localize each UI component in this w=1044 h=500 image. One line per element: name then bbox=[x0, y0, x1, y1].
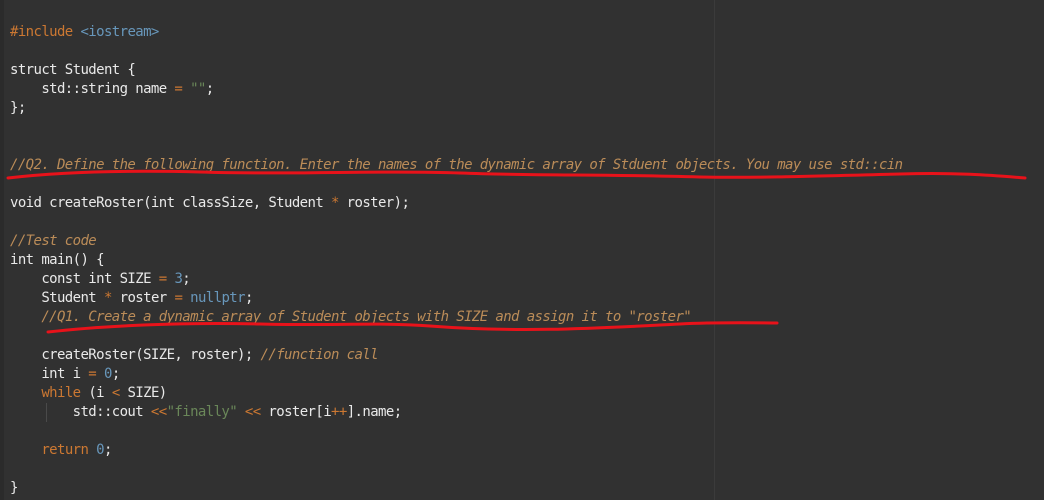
code-token: createRoster(SIZE, roster); bbox=[10, 347, 261, 363]
code-token: = bbox=[88, 366, 97, 382]
code-token: < bbox=[111, 385, 120, 401]
code-token: = bbox=[158, 271, 167, 287]
code-token: << bbox=[244, 404, 261, 420]
code-line-cout[interactable]: std::cout <<"finally" << roster[i++].nam… bbox=[10, 403, 403, 422]
code-token: } bbox=[10, 480, 18, 496]
editor-gutter bbox=[0, 0, 4, 500]
right-margin-guide bbox=[714, 0, 715, 500]
code-token: //function call bbox=[260, 347, 379, 363]
code-token: }; bbox=[10, 100, 26, 116]
code-token: * bbox=[103, 290, 112, 306]
code-token: struct Student { bbox=[10, 62, 136, 78]
code-token: ; bbox=[244, 290, 253, 306]
code-token: SIZE) bbox=[119, 385, 167, 401]
code-line-while[interactable]: while (i < SIZE) bbox=[10, 384, 167, 403]
code-token: int i bbox=[10, 366, 89, 382]
code-line-prototype[interactable]: void createRoster(int classSize, Student… bbox=[10, 194, 410, 213]
code-line-int-i[interactable]: int i = 0; bbox=[10, 365, 120, 384]
code-token: "finally" bbox=[166, 404, 238, 420]
code-token: ; bbox=[111, 366, 120, 382]
code-token: return bbox=[41, 442, 89, 458]
code-token: int main() { bbox=[10, 252, 105, 268]
code-token: ].name; bbox=[346, 404, 402, 420]
code-token: roster); bbox=[338, 195, 410, 211]
code-line-function-call[interactable]: createRoster(SIZE, roster); //function c… bbox=[10, 346, 378, 365]
code-line-struct-end[interactable]: }; bbox=[10, 99, 26, 118]
code-line-main-end[interactable]: } bbox=[10, 479, 18, 498]
code-line-roster-decl[interactable]: Student * roster = nullptr; bbox=[10, 289, 253, 308]
code-line-q1-comment[interactable]: //Q1. Create a dynamic array of Student … bbox=[10, 308, 691, 327]
annotation-layer bbox=[6, 169, 1027, 334]
code-token: ; bbox=[182, 271, 191, 287]
code-token: 0 bbox=[96, 442, 104, 458]
code-token: 0 bbox=[103, 366, 112, 382]
code-token: //Test code bbox=[10, 233, 97, 249]
code-token: #include bbox=[10, 24, 81, 40]
code-line-include[interactable]: #include <iostream> bbox=[10, 23, 159, 42]
code-token: roster bbox=[111, 290, 175, 306]
indent-guide bbox=[46, 403, 47, 422]
code-token: const int SIZE bbox=[10, 271, 159, 287]
code-token: ; bbox=[104, 442, 112, 458]
code-line-main[interactable]: int main() { bbox=[10, 251, 105, 270]
code-line-const-size[interactable]: const int SIZE = 3; bbox=[10, 270, 190, 289]
code-token: //Q1. Create a dynamic array of Student … bbox=[41, 309, 692, 325]
code-line-member[interactable]: std::string name = ""; bbox=[10, 80, 214, 99]
code-token: std::cout bbox=[10, 404, 151, 420]
code-token: Student bbox=[10, 290, 104, 306]
code-token: ++ bbox=[331, 404, 347, 420]
code-line-test-comment[interactable]: //Test code bbox=[10, 232, 97, 251]
code-token: (i bbox=[80, 385, 112, 401]
code-token: while bbox=[41, 385, 81, 401]
code-token: std::string name bbox=[10, 81, 175, 97]
code-token: roster[i bbox=[260, 404, 332, 420]
code-token: "" bbox=[190, 81, 206, 97]
code-token: << bbox=[150, 404, 167, 420]
code-token: void createRoster(int classSize, Student bbox=[10, 195, 331, 211]
code-line-struct[interactable]: struct Student { bbox=[10, 61, 136, 80]
code-line-q2-comment[interactable]: //Q2. Define the following function. Ent… bbox=[10, 156, 903, 175]
code-token: <iostream> bbox=[80, 24, 159, 40]
code-token: nullptr bbox=[190, 290, 245, 306]
code-line-return[interactable]: return 0; bbox=[10, 441, 112, 460]
code-token: * bbox=[330, 195, 339, 211]
code-token: ; bbox=[205, 81, 214, 97]
code-token: //Q2. Define the following function. Ent… bbox=[10, 157, 903, 173]
